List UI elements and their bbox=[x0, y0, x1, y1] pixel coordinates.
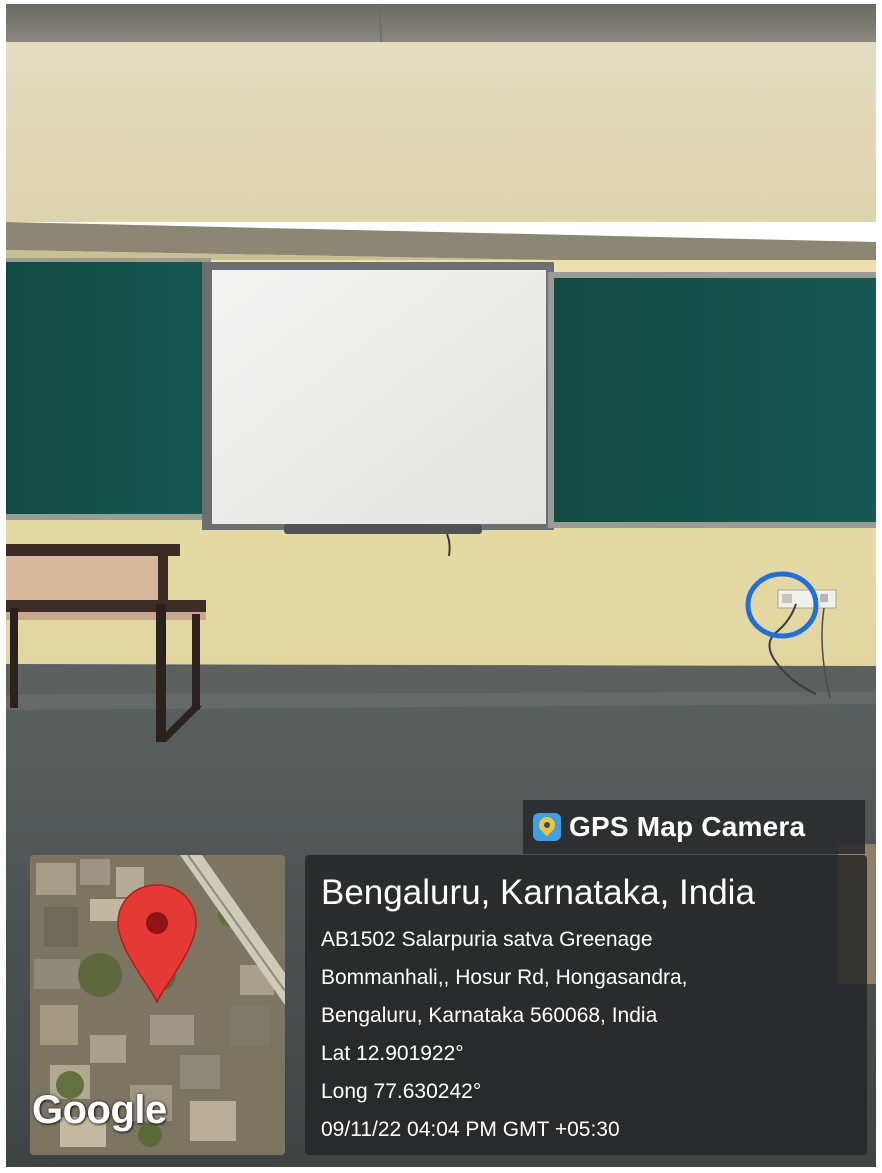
app-name: GPS Map Camera bbox=[569, 811, 806, 842]
whiteboard-tray bbox=[284, 524, 482, 534]
whiteboard bbox=[212, 270, 546, 524]
gps-map-camera-badge: GPS Map Camera bbox=[523, 800, 865, 854]
desk-front bbox=[6, 556, 158, 604]
longitude: Long 77.630242° bbox=[321, 1080, 482, 1103]
bench-seat bbox=[6, 600, 206, 612]
location-title: Bengaluru, Karnataka, India bbox=[321, 873, 755, 912]
upper-wall bbox=[6, 42, 876, 222]
address-line: Bommanhali,, Hosur Rd, Hongasandra, bbox=[321, 966, 688, 989]
gps-map-camera-app-icon bbox=[533, 813, 561, 841]
baseboard bbox=[6, 664, 876, 694]
google-attribution: Google bbox=[32, 1088, 167, 1132]
address-line: AB1502 Salarpuria satva Greenage bbox=[321, 928, 653, 951]
location-info-panel: Bengaluru, Karnataka, India AB1502 Salar… bbox=[305, 855, 867, 1155]
satellite-map-thumbnail: Google bbox=[30, 855, 285, 1155]
address-line: Bengaluru, Karnataka 560068, India bbox=[321, 1004, 658, 1027]
timestamp: 09/11/22 04:04 PM GMT +05:30 bbox=[321, 1118, 620, 1141]
ceiling bbox=[6, 4, 876, 42]
right-greenboard bbox=[554, 278, 876, 522]
latitude: Lat 12.901922° bbox=[321, 1042, 464, 1065]
desk-leg bbox=[156, 604, 166, 742]
desk-top bbox=[6, 544, 180, 556]
left-greenboard bbox=[6, 262, 204, 514]
